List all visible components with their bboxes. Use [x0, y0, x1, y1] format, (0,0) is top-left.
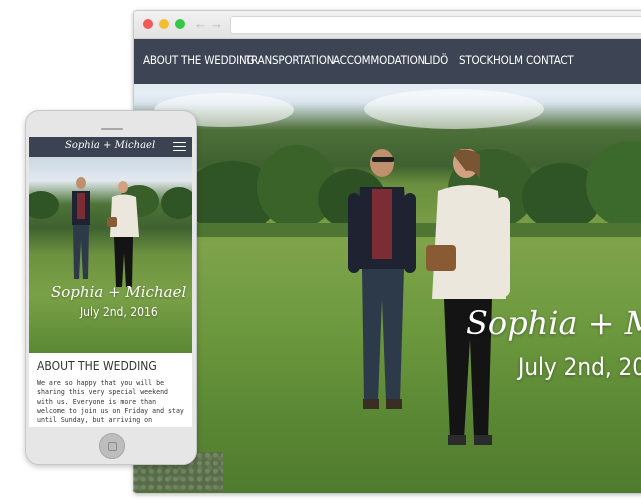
- close-window-button[interactable]: [143, 19, 153, 29]
- desktop-browser-window: ← → Sophia + July 2nd, 2 ABOUT THE WEDDI…: [133, 10, 641, 494]
- phone-speaker: [101, 128, 123, 130]
- forward-arrow-icon[interactable]: →: [210, 16, 223, 31]
- mobile-woman-figure: [107, 181, 139, 287]
- man-figure-image: [348, 149, 416, 409]
- mobile-hero-date: July 2nd, 2016: [80, 305, 158, 319]
- wedding-site-desktop: Sophia + Michael July 2nd, 2016 ABOUT TH…: [134, 39, 641, 493]
- cloud-shape: [364, 89, 544, 129]
- mobile-header: Sophia + Michael: [29, 137, 192, 157]
- woman-figure-image: [426, 149, 510, 445]
- mobile-body-text: We are so happy that you will be sharing…: [37, 379, 184, 425]
- back-arrow-icon[interactable]: ←: [194, 16, 207, 31]
- mobile-man-figure: [72, 177, 90, 279]
- maximize-window-button[interactable]: [175, 19, 185, 29]
- nav-accommodation[interactable]: ACCOMMODATION: [333, 53, 425, 67]
- hero-couple-names: Sophia + Michael: [466, 304, 641, 342]
- mobile-phone-mockup: Sophia + Michael Sophia + Michael July 2…: [25, 110, 197, 465]
- mobile-section-title: ABOUT THE WEDDING: [37, 359, 157, 373]
- nav-contact[interactable]: CONTACT: [526, 53, 574, 67]
- mobile-screen: Sophia + Michael Sophia + Michael July 2…: [29, 137, 192, 427]
- address-bar[interactable]: [230, 16, 641, 34]
- nav-lido[interactable]: LIDÖ: [424, 53, 448, 67]
- main-navigation: ABOUT THE WEDDING TRANSPORTATION ACCOMMO…: [134, 39, 641, 84]
- home-button-icon[interactable]: [99, 433, 125, 459]
- mobile-hero-image: Sophia + Michael July 2nd, 2016: [29, 157, 192, 353]
- hamburger-icon[interactable]: [173, 142, 186, 152]
- mobile-brand-title[interactable]: Sophia + Michael: [65, 140, 155, 151]
- mobile-hero-names: Sophia + Michael: [51, 283, 187, 301]
- nav-about-the-wedding[interactable]: ABOUT THE WEDDING: [143, 53, 255, 67]
- browser-toolbar: ← →: [134, 11, 641, 39]
- nav-transportation[interactable]: TRANSPORTATION: [245, 53, 334, 67]
- minimize-window-button[interactable]: [159, 19, 169, 29]
- nav-stockholm[interactable]: STOCKHOLM: [459, 53, 523, 67]
- hero-wedding-date: July 2nd, 2016: [518, 353, 641, 381]
